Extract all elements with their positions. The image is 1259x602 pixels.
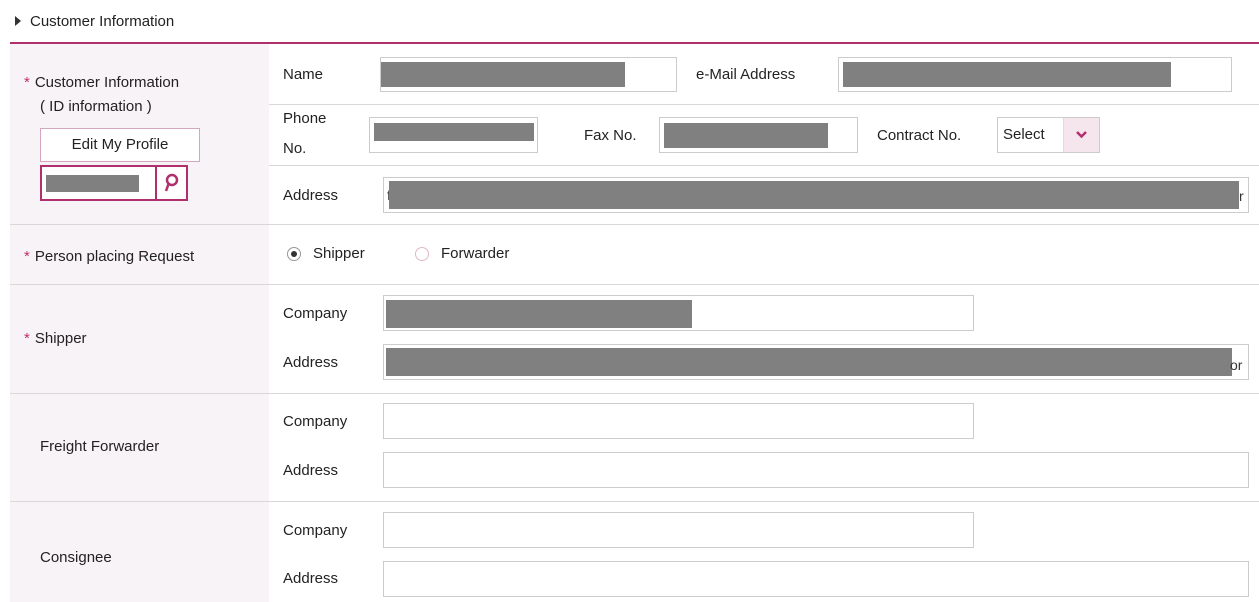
email-label: e-Mail Address: [696, 66, 796, 83]
edit-profile-button[interactable]: Edit My Profile: [40, 128, 200, 162]
forwarder-radio[interactable]: [415, 247, 429, 261]
redacted-value: [664, 123, 828, 148]
required-marker: *: [24, 330, 30, 347]
consignee-company-input[interactable]: [383, 512, 974, 548]
sub-row-divider: [269, 104, 1259, 105]
customer-info-label: * Customer Information: [24, 74, 179, 92]
redacted-value: [843, 62, 1171, 87]
row-divider: [10, 393, 1259, 394]
request-label: * Person placing Request: [24, 248, 194, 266]
consignee-address-input[interactable]: [383, 561, 1249, 597]
customer-id-input[interactable]: [40, 165, 157, 201]
shipper-address-label: Address: [283, 354, 339, 371]
consignee-address-label: Address: [283, 570, 339, 587]
contract-select[interactable]: Select: [997, 117, 1100, 153]
name-input[interactable]: [380, 57, 677, 92]
search-icon: [164, 173, 179, 192]
row-divider: [10, 501, 1259, 502]
contract-select-value: Select: [1003, 126, 1045, 143]
id-information-label: ( ID information ): [40, 98, 152, 115]
chevron-down-icon: [1076, 131, 1087, 139]
forwarder-address-label: Address: [283, 462, 339, 479]
redacted-value: [389, 181, 1239, 209]
section-title: Customer Information: [30, 13, 175, 30]
email-input[interactable]: [838, 57, 1232, 92]
phone-label-line2: No.: [283, 140, 307, 157]
address-label: Address: [283, 187, 339, 204]
redacted-value: [46, 175, 139, 192]
contract-label: Contract No.: [877, 127, 962, 144]
shipper-address-input[interactable]: or: [383, 344, 1249, 380]
redacted-value: [386, 300, 692, 328]
redacted-value: [386, 348, 1232, 376]
request-label-text: Person placing Request: [34, 248, 195, 265]
phone-input[interactable]: [369, 117, 538, 153]
forwarder-company-input[interactable]: [383, 403, 974, 439]
row-divider: [10, 284, 1259, 285]
shipper-company-label: Company: [283, 305, 348, 322]
row-divider: [10, 224, 1259, 225]
sub-row-divider: [269, 165, 1259, 166]
contract-select-toggle[interactable]: [1063, 118, 1099, 152]
address-visible-end: r: [1239, 188, 1244, 204]
redacted-value: [374, 123, 534, 141]
redacted-value: [381, 62, 625, 87]
customer-search-button[interactable]: [155, 165, 188, 201]
shipper-address-visible-end: or: [1230, 357, 1243, 373]
fax-label: Fax No.: [584, 127, 637, 144]
shipper-label: * Shipper: [24, 330, 87, 348]
address-input[interactable]: f r: [383, 177, 1249, 213]
forwarder-company-label: Company: [283, 413, 348, 430]
triangle-right-icon: [15, 16, 21, 26]
required-marker: *: [24, 74, 30, 91]
consignee-company-label: Company: [283, 522, 348, 539]
forwarder-label: Freight Forwarder: [40, 438, 160, 455]
shipper-company-input[interactable]: [383, 295, 974, 331]
forwarder-address-input[interactable]: [383, 452, 1249, 488]
fax-input[interactable]: [659, 117, 858, 153]
name-label: Name: [283, 66, 324, 83]
customer-info-label-text: Customer Information: [34, 74, 180, 91]
shipper-radio-label[interactable]: Shipper: [313, 245, 365, 263]
consignee-label: Consignee: [40, 549, 112, 566]
shipper-radio[interactable]: [287, 247, 301, 261]
required-marker: *: [24, 248, 30, 265]
forwarder-radio-label[interactable]: Forwarder: [441, 245, 509, 263]
shipper-label-text: Shipper: [34, 330, 87, 347]
phone-label-line1: Phone: [283, 110, 327, 127]
